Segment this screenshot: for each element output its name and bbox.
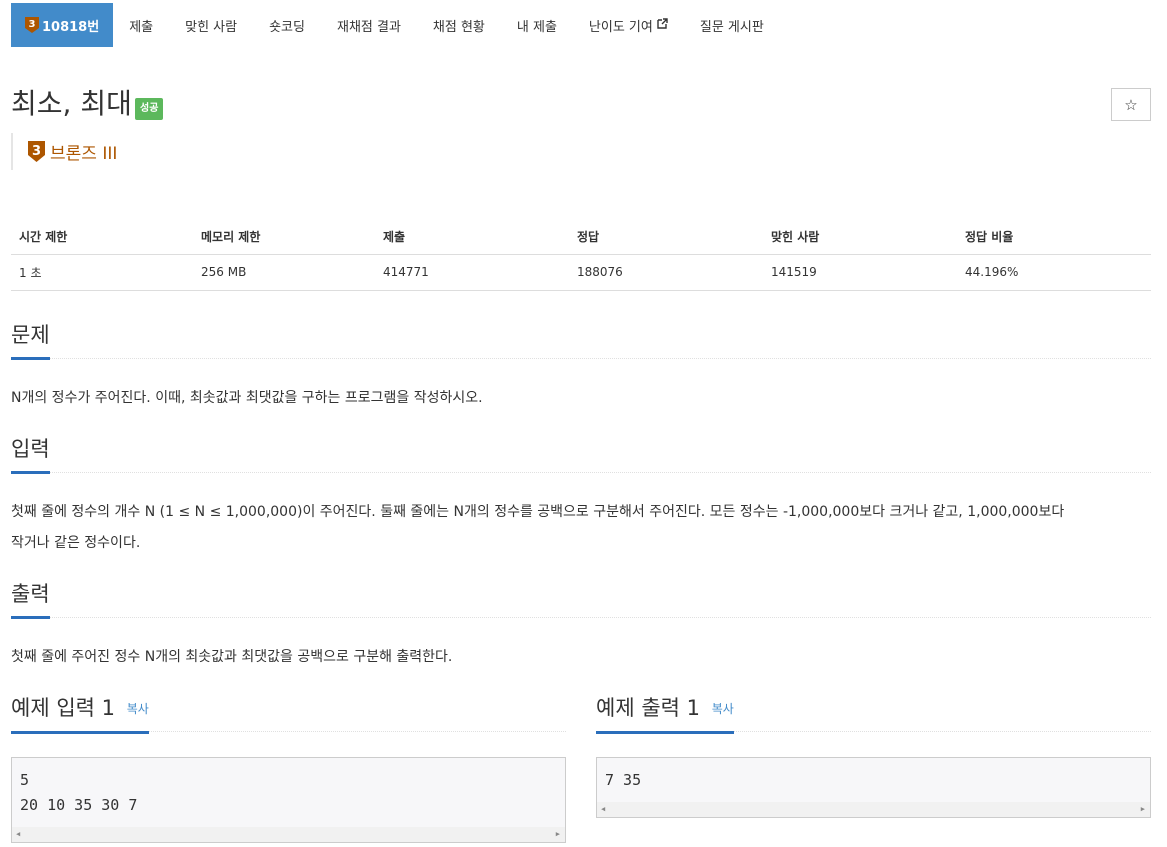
sample-input-box[interactable]: 5 20 10 35 30 7 ◀ ▶ xyxy=(11,757,566,843)
tab-submit[interactable]: 제출 xyxy=(113,3,169,47)
tab-my-submissions[interactable]: 내 제출 xyxy=(501,3,573,47)
output-text: 첫째 줄에 주어진 정수 N개의 최솟값과 최댓값을 공백으로 구분해 출력한다… xyxy=(11,649,453,665)
time-limit-value: 1 초 xyxy=(11,254,193,291)
sample-input-heading: 예제 입력 1 복사 xyxy=(11,688,149,734)
external-link-icon xyxy=(657,17,668,33)
tab-question-board[interactable]: 질문 게시판 xyxy=(684,3,780,47)
table-header-row: 시간 제한 메모리 제한 제출 정답 맞힌 사람 정답 비율 xyxy=(11,219,1151,255)
copy-sample-output-button[interactable]: 복사 xyxy=(712,702,734,716)
sample-input-headline: 예제 입력 1 복사 xyxy=(11,688,566,734)
bronze-tier-icon: 3 xyxy=(28,141,45,162)
header-submissions: 제출 xyxy=(375,219,569,255)
submissions-value: 414771 xyxy=(375,254,569,291)
input-headline: 입력 xyxy=(11,429,1151,474)
sample-input-content: 5 20 10 35 30 7 xyxy=(20,771,138,814)
tab-solved-users[interactable]: 맞힌 사람 xyxy=(169,3,253,47)
input-heading: 입력 xyxy=(11,429,50,474)
problem-menu: 3 10818번 제출 맞힌 사람 숏코딩 재채점 결과 채점 현황 내 제출 … xyxy=(11,3,780,47)
tier-name[interactable]: 브론즈 III xyxy=(50,139,117,164)
description-headline: 문제 xyxy=(11,315,1151,360)
problem-tier: 3 브론즈 III xyxy=(11,133,117,170)
table-row: 1 초 256 MB 414771 188076 141519 44.196% xyxy=(11,254,1151,291)
header-accept-ratio: 정답 비율 xyxy=(957,219,1151,255)
bronze-tier-icon: 3 xyxy=(25,17,39,33)
header-solved-users: 맞힌 사람 xyxy=(763,219,957,255)
star-icon: ☆ xyxy=(1124,95,1138,114)
solved-users-value: 141519 xyxy=(763,254,957,291)
sample-output-heading: 예제 출력 1 복사 xyxy=(596,688,734,734)
output-heading: 출력 xyxy=(11,574,50,619)
accept-ratio-value: 44.196% xyxy=(957,254,1151,291)
memory-limit-value: 256 MB xyxy=(193,254,375,291)
output-headline: 출력 xyxy=(11,574,1151,619)
favorite-button[interactable]: ☆ xyxy=(1111,88,1151,121)
accepted-value: 188076 xyxy=(569,254,763,291)
scroll-left-icon[interactable]: ◀ xyxy=(601,806,605,813)
scroll-left-icon[interactable]: ◀ xyxy=(16,831,20,838)
tab-problem-label: 10818번 xyxy=(42,19,100,35)
tab-rejudge-results[interactable]: 재채점 결과 xyxy=(321,3,417,47)
tab-short-coding[interactable]: 숏코딩 xyxy=(253,3,321,47)
header-accepted: 정답 xyxy=(569,219,763,255)
description-text: N개의 정수가 주어진다. 이때, 최솟값과 최댓값을 구하는 프로그램을 작성… xyxy=(11,390,483,406)
tab-problem[interactable]: 3 10818번 xyxy=(11,3,114,47)
tab-difficulty-label: 난이도 기여 xyxy=(588,19,653,35)
horizontal-scrollbar[interactable]: ◀ ▶ xyxy=(597,802,1150,817)
scroll-right-icon[interactable]: ▶ xyxy=(556,831,560,838)
tab-difficulty-contribution[interactable]: 난이도 기여 xyxy=(573,3,684,47)
sample-output-content: 7 35 xyxy=(605,771,642,789)
copy-sample-input-button[interactable]: 복사 xyxy=(127,702,149,716)
problem-title: 최소, 최대 xyxy=(11,87,132,120)
horizontal-scrollbar[interactable]: ◀ ▶ xyxy=(12,827,565,842)
input-text-line1: 첫째 줄에 정수의 개수 N (1 ≤ N ≤ 1,000,000)이 주어진다… xyxy=(11,504,1065,520)
input-text-line2: 작거나 같은 정수이다. xyxy=(11,535,141,551)
header-memory-limit: 메모리 제한 xyxy=(193,219,375,255)
sample-output-box[interactable]: 7 35 ◀ ▶ xyxy=(596,757,1151,818)
description-heading: 문제 xyxy=(11,315,50,360)
tab-judge-status[interactable]: 채점 현황 xyxy=(417,3,501,47)
sample-output-headline: 예제 출력 1 복사 xyxy=(596,688,1151,734)
status-badge: 성공 xyxy=(135,98,164,120)
scroll-right-icon[interactable]: ▶ xyxy=(1141,806,1145,813)
header-time-limit: 시간 제한 xyxy=(11,219,193,255)
problem-info-table: 시간 제한 메모리 제한 제출 정답 맞힌 사람 정답 비율 1 초 256 M… xyxy=(11,219,1151,291)
